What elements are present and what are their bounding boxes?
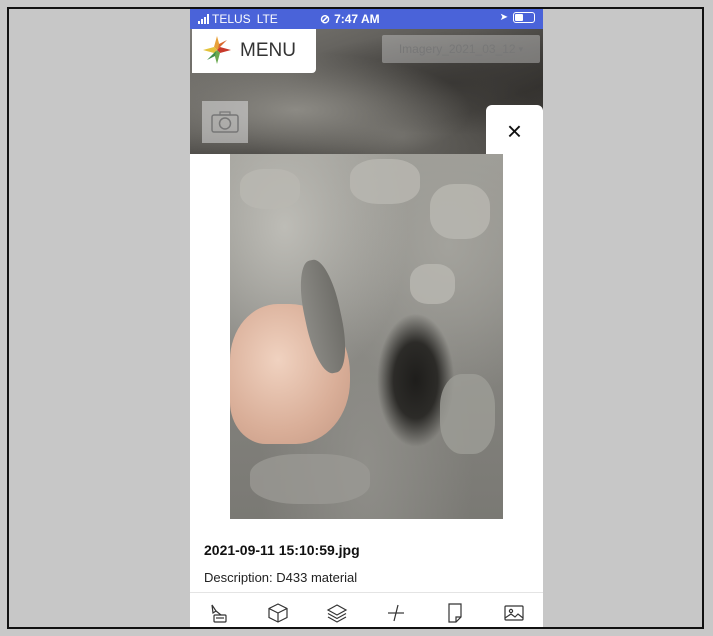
imagery-select-value: Imagery_2021_03_12 <box>398 42 516 56</box>
imagery-date-select[interactable]: Imagery_2021_03_12 ▾ <box>382 35 540 63</box>
location-arrow-icon: ➤ <box>499 12 508 23</box>
menu-label: MENU <box>240 40 296 61</box>
bottom-toolbar <box>190 592 543 627</box>
photo-description: Description: D433 material <box>204 570 358 585</box>
measure-icon <box>387 604 404 621</box>
image-icon <box>503 604 524 621</box>
imagery-button[interactable] <box>500 599 528 627</box>
document-icon <box>448 602 462 623</box>
clock-text: 7:47 AM <box>334 12 380 26</box>
cube-icon <box>268 602 288 623</box>
chevron-down-icon: ▾ <box>518 43 524 54</box>
phone-screen: TELUS LTE ⊘ 7:47 AM ➤ MENU Imagery_2021_… <box>190 9 543 627</box>
close-button[interactable]: × <box>486 105 543 157</box>
screen-lock-icon: ⊘ <box>320 12 331 26</box>
status-time: ⊘ 7:47 AM <box>320 12 380 26</box>
layers-button[interactable] <box>323 599 351 627</box>
signal-icon <box>198 14 209 24</box>
status-bar: TELUS LTE ⊘ 7:47 AM ➤ <box>190 9 543 29</box>
screenshot-frame: TELUS LTE ⊘ 7:47 AM ➤ MENU Imagery_2021_… <box>7 7 704 629</box>
survey-icon <box>211 604 228 623</box>
photo-filename: 2021-09-11 15:10:59.jpg <box>204 542 360 558</box>
carrier-name: TELUS <box>212 12 251 26</box>
layers-icon <box>326 603 348 623</box>
battery-icon <box>513 12 535 23</box>
3d-view-button[interactable] <box>264 599 292 627</box>
status-right: ➤ <box>500 12 535 23</box>
camera-button[interactable] <box>202 101 248 143</box>
carrier-info: TELUS LTE <box>198 12 278 26</box>
field-photo[interactable] <box>230 154 503 519</box>
camera-icon <box>211 111 239 133</box>
app-logo-icon <box>203 36 231 64</box>
survey-tool-button[interactable] <box>205 599 233 627</box>
notes-button[interactable] <box>441 599 469 627</box>
network-type: LTE <box>256 12 278 26</box>
close-icon: × <box>506 115 523 146</box>
menu-button[interactable]: MENU <box>192 29 316 73</box>
measure-button[interactable] <box>382 599 410 627</box>
photo-detail-panel: 2021-09-11 15:10:59.jpg Description: D43… <box>190 154 543 594</box>
